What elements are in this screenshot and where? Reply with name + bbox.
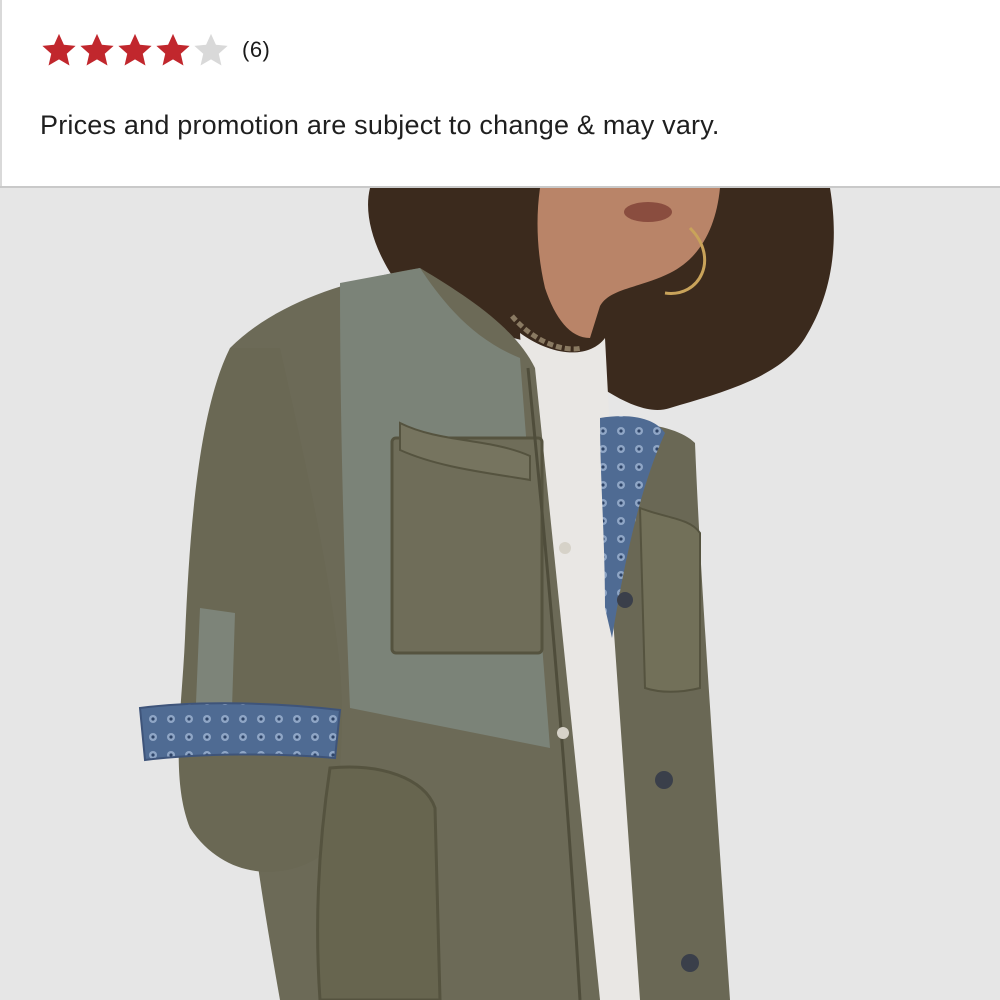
product-summary-header: (6) Prices and promotion are subject to … — [0, 0, 1000, 187]
lower-pocket — [316, 765, 442, 1000]
rating-row[interactable]: (6) — [40, 30, 270, 70]
price-disclaimer: Prices and promotion are subject to chan… — [40, 110, 720, 140]
star-icon — [192, 31, 230, 69]
star-icon — [116, 31, 154, 69]
jacket-button — [557, 727, 569, 739]
product-photo-illustration — [138, 188, 834, 1000]
product-photo[interactable] — [0, 188, 1000, 1000]
star-icon — [40, 31, 78, 69]
jacket-button — [559, 542, 571, 554]
star-rating — [40, 31, 230, 69]
review-count[interactable]: (6) — [242, 37, 270, 63]
mouth — [624, 202, 672, 222]
right-pocket — [638, 506, 701, 693]
star-icon — [78, 31, 116, 69]
jacket-button — [681, 954, 699, 972]
star-icon — [154, 31, 192, 69]
jacket-button — [655, 771, 673, 789]
elbow-patch — [196, 608, 235, 708]
jacket-button — [617, 592, 633, 608]
sleeve-cuff — [138, 702, 342, 762]
